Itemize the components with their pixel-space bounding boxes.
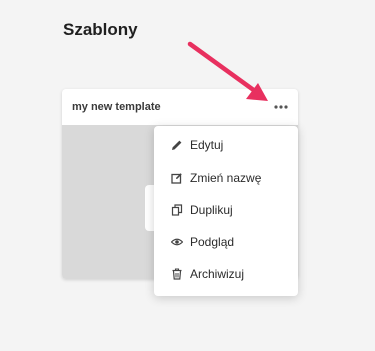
annotation-arrow [187,41,268,101]
